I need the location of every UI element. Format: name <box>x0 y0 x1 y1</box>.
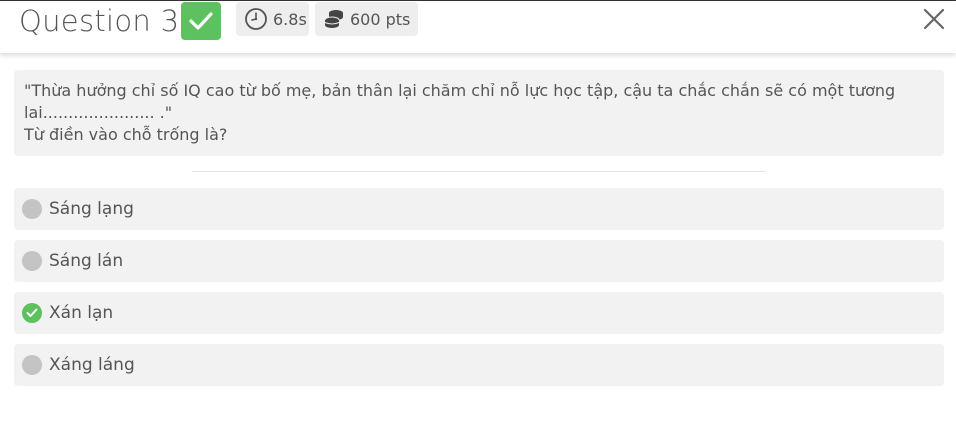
question-prompt: Từ điền vào chỗ trống là? <box>24 125 228 144</box>
points-chip: 600 pts <box>315 2 418 36</box>
answer-label: Sáng lán <box>49 251 124 271</box>
answer-option[interactable]: Sáng lạng <box>14 188 944 230</box>
time-value: 6.8s <box>273 9 307 29</box>
points-value: 600 pts <box>350 9 411 29</box>
question-line-2: lai...................... ." <box>24 103 173 122</box>
answer-label: Xáng láng <box>49 355 135 375</box>
clock-icon <box>244 7 268 31</box>
check-icon <box>189 12 213 30</box>
answer-option-correct[interactable]: Xán lạn <box>14 292 944 334</box>
answer-label: Xán lạn <box>49 303 114 323</box>
quiz-result-panel: Question 3 6.8s 600 pts "Thừa hưởng chỉ … <box>0 0 956 436</box>
question-title: Question 3 <box>19 4 180 38</box>
check-circle-icon <box>22 303 42 323</box>
coins-icon <box>323 8 345 30</box>
unselected-circle-icon <box>22 251 42 271</box>
unselected-circle-icon <box>22 199 42 219</box>
unselected-circle-icon <box>22 355 42 375</box>
close-button[interactable] <box>922 7 946 31</box>
question-line-1: "Thừa hưởng chỉ số IQ cao từ bố mẹ, bản … <box>24 81 896 100</box>
question-header: Question 3 6.8s 600 pts <box>0 1 956 53</box>
correct-status-badge <box>181 2 221 40</box>
time-chip: 6.8s <box>236 2 309 36</box>
question-text-box: "Thừa hưởng chỉ số IQ cao từ bố mẹ, bản … <box>14 70 944 156</box>
answer-option[interactable]: Sáng lán <box>14 240 944 282</box>
answer-options: Sáng lạng Sáng lán Xán lạn Xáng láng <box>14 188 944 396</box>
answer-label: Sáng lạng <box>49 199 134 219</box>
divider <box>192 171 766 172</box>
close-icon[interactable] <box>923 8 945 30</box>
answer-option[interactable]: Xáng láng <box>14 344 944 386</box>
